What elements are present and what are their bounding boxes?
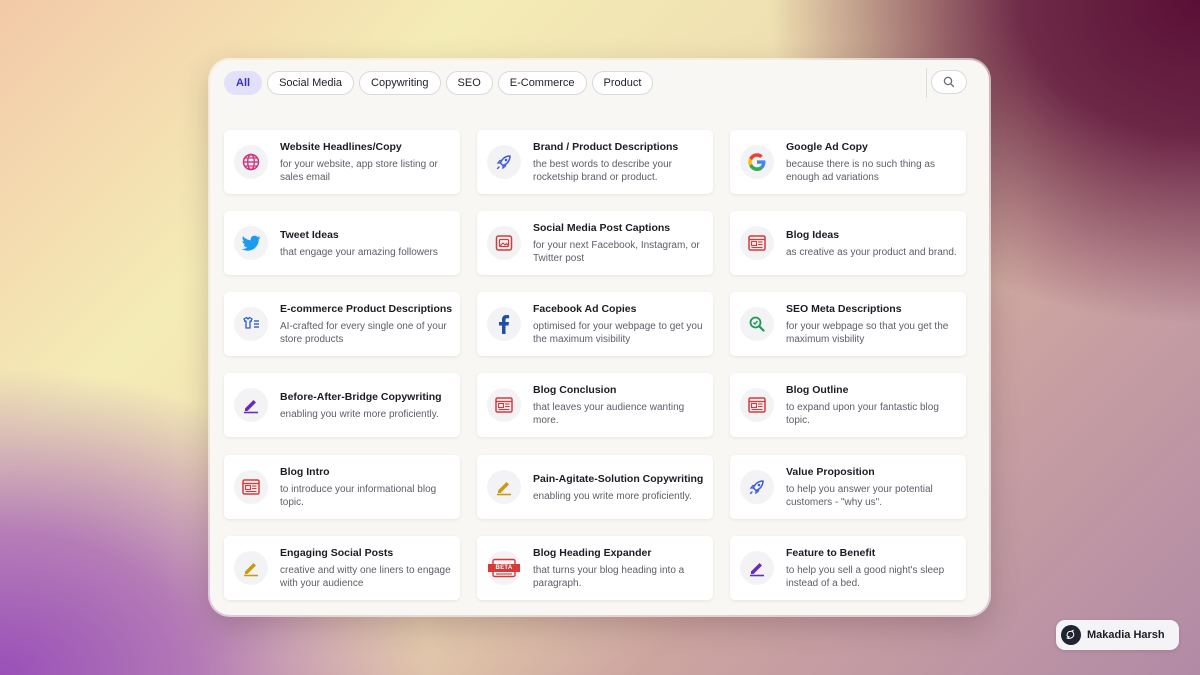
card-title: Website Headlines/Copy: [280, 141, 402, 153]
beta-icon: BETA: [487, 551, 521, 585]
card-title: SEO Meta Descriptions: [786, 303, 902, 315]
pen-purple-icon: [740, 551, 774, 585]
rocket-icon: [740, 470, 774, 504]
card-description: AI-crafted for every single one of your …: [280, 321, 447, 345]
card-description: to expand upon your fantastic blog topic…: [786, 402, 939, 426]
template-card[interactable]: Website Headlines/Copy for your website, …: [224, 130, 460, 194]
newspaper-icon: [487, 388, 521, 422]
card-description: to help you sell a good night's sleep in…: [786, 565, 945, 589]
card-title: Blog Ideas: [786, 229, 840, 241]
facebook-icon: [487, 307, 521, 341]
card-description: as creative as your product and brand.: [786, 247, 957, 258]
author-badge: Makadia Harsh: [1056, 620, 1179, 650]
template-card[interactable]: Social Media Post Captions for your next …: [477, 211, 713, 275]
template-card[interactable]: Value Proposition to help you answer your…: [730, 455, 966, 519]
tab-social-media[interactable]: Social Media: [267, 71, 355, 95]
globe-icon: [234, 145, 268, 179]
card-description: for your website, app store listing or s…: [280, 159, 438, 183]
card-title: Feature to Benefit: [786, 547, 876, 559]
template-card[interactable]: Blog Outline to expand upon your fantasti…: [730, 373, 966, 437]
template-card[interactable]: Feature to Benefit to help you sell a goo…: [730, 536, 966, 600]
card-description: that turns your blog heading into a para…: [533, 565, 685, 589]
tshirt-list-icon: [234, 307, 268, 341]
card-description: enabling you write more proficiently.: [280, 409, 439, 420]
card-title: Engaging Social Posts: [280, 547, 394, 559]
tab-e-commerce[interactable]: E-Commerce: [497, 71, 587, 95]
template-card[interactable]: Before-After-Bridge Copywriting enabling …: [224, 373, 460, 437]
twitter-icon: [234, 226, 268, 260]
card-title: Google Ad Copy: [786, 141, 868, 153]
pen-gold-icon: [487, 470, 521, 504]
card-description: optimised for your webpage to get you th…: [533, 321, 703, 345]
card-title: Blog Outline: [786, 384, 849, 396]
card-title: Blog Intro: [280, 466, 330, 478]
card-title: Brand / Product Descriptions: [533, 141, 679, 153]
template-card[interactable]: Pain-Agitate-Solution Copywriting enablin…: [477, 455, 713, 519]
search-icon: [943, 76, 955, 88]
filter-bar: All Social Media Copywriting SEO E-Comme…: [224, 70, 975, 96]
toolbar-divider: [926, 68, 927, 98]
template-card[interactable]: SEO Meta Descriptions for your webpage so…: [730, 292, 966, 356]
card-title: Tweet Ideas: [280, 229, 339, 241]
template-card[interactable]: Engaging Social Posts creative and witty …: [224, 536, 460, 600]
card-description: the best words to describe your rocketsh…: [533, 159, 672, 183]
card-description: to introduce your informational blog top…: [280, 484, 437, 508]
card-description: that leaves your audience wanting more.: [533, 402, 685, 426]
google-icon: [740, 145, 774, 179]
card-title: Blog Conclusion: [533, 384, 617, 396]
pen-gold-icon: [234, 551, 268, 585]
tab-seo[interactable]: SEO: [445, 71, 493, 95]
tab-all[interactable]: All: [224, 71, 263, 95]
tab-copywriting[interactable]: Copywriting: [359, 71, 441, 95]
template-card[interactable]: Tweet Ideas that engage your amazing foll…: [224, 211, 460, 275]
template-card[interactable]: Brand / Product Descriptions the best wor…: [477, 130, 713, 194]
search-button[interactable]: [931, 70, 967, 94]
card-description: for your webpage so that you get the max…: [786, 321, 949, 345]
template-card[interactable]: Blog Intro to introduce your informationa…: [224, 455, 460, 519]
card-description: that engage your amazing followers: [280, 247, 438, 258]
author-name: Makadia Harsh: [1087, 629, 1165, 641]
template-card[interactable]: BETA Blog Heading Expander that turns your…: [477, 536, 713, 600]
template-card[interactable]: Google Ad Copy because there is no such t…: [730, 130, 966, 194]
card-description: to help you answer your potential custom…: [786, 484, 933, 508]
tab-product[interactable]: Product: [591, 71, 654, 95]
beta-badge-text: BETA: [495, 565, 513, 571]
pen-purple-icon: [234, 388, 268, 422]
card-title: Social Media Post Captions: [533, 222, 671, 234]
template-card[interactable]: Blog Ideas as creative as your product an…: [730, 211, 966, 275]
card-title: Facebook Ad Copies: [533, 303, 637, 315]
rocket-icon: [487, 145, 521, 179]
bird-icon: [1061, 625, 1081, 645]
newspaper-icon: [740, 226, 774, 260]
template-card[interactable]: Blog Conclusion that leaves your audience…: [477, 373, 713, 437]
card-title: Blog Heading Expander: [533, 547, 652, 559]
card-title: E-commerce Product Descriptions: [280, 303, 453, 315]
image-icon: [487, 226, 521, 260]
card-description: enabling you write more proficiently.: [533, 491, 692, 502]
card-title: Pain-Agitate-Solution Copywriting: [533, 473, 704, 485]
card-description: creative and witty one liners to engage …: [280, 565, 451, 589]
card-title: Before-After-Bridge Copywriting: [280, 391, 442, 403]
template-card[interactable]: E-commerce Product Descriptions AI-crafte…: [224, 292, 460, 356]
newspaper-icon: [234, 470, 268, 504]
seo-search-icon: [740, 307, 774, 341]
card-description: for your next Facebook, Instagram, or Tw…: [533, 240, 700, 264]
app-window: All Social Media Copywriting SEO E-Comme…: [210, 60, 989, 615]
card-description: because there is no such thing as enough…: [786, 159, 935, 183]
card-title: Value Proposition: [786, 466, 875, 478]
newspaper-icon: [740, 388, 774, 422]
template-card[interactable]: Facebook Ad Copies optimised for your web…: [477, 292, 713, 356]
